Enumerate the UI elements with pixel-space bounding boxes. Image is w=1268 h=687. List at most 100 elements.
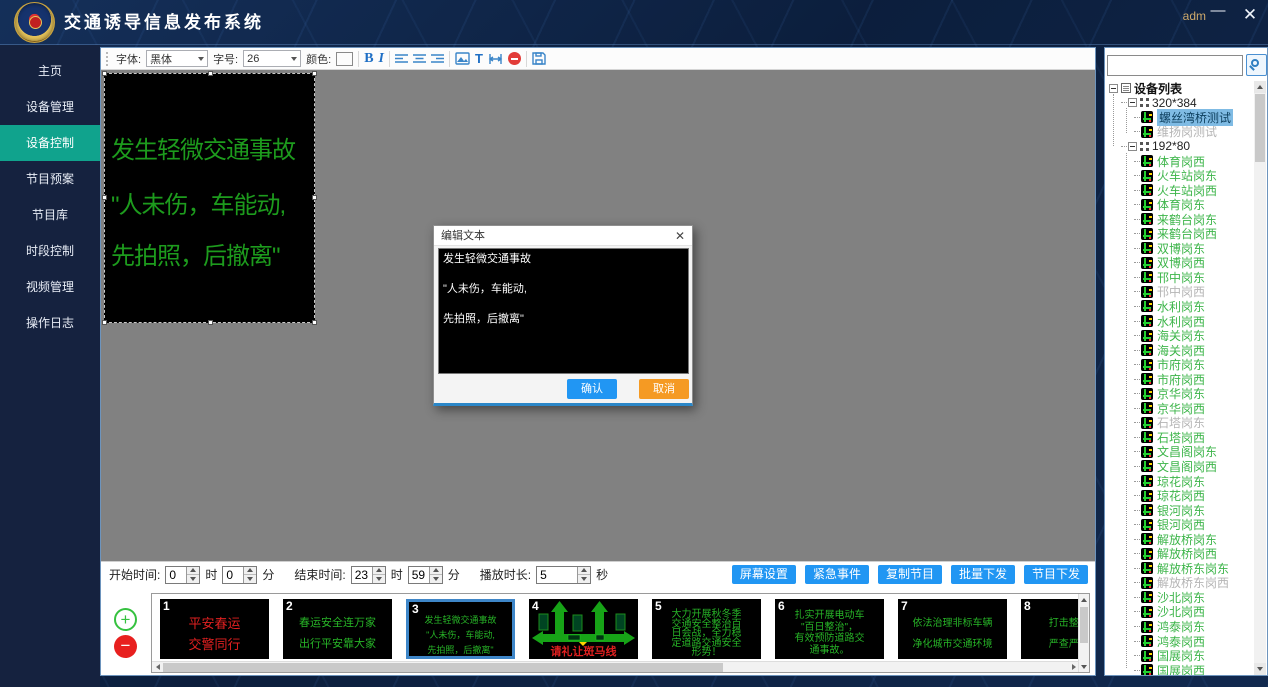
scrollbar-thumb[interactable] [1255, 94, 1265, 162]
text-tool-button[interactable]: T [475, 51, 483, 66]
collapse-toggle-icon[interactable] [1109, 84, 1118, 93]
dialog-close-icon[interactable]: ✕ [675, 226, 685, 246]
bold-button[interactable]: B [364, 51, 373, 67]
duration-input[interactable] [537, 567, 577, 583]
close-button[interactable]: ✕ [1240, 5, 1260, 25]
thumbnail-text: 依法治理非标车辆净化城市交通环境 [898, 613, 1007, 655]
thumbnail-text: 扎实开展电动车"百日整治"，有效预防道路交通事故。 [775, 610, 884, 656]
end-time-label: 结束时间: [294, 566, 345, 583]
align-center-button[interactable] [413, 53, 426, 64]
playlist-item-2[interactable]: 春运安全连万家出行平安靠大家2 [283, 599, 392, 659]
scroll-up-icon[interactable] [1079, 594, 1089, 605]
sidebar-item-program-library[interactable]: 节目库 [0, 197, 100, 233]
playlist-item-8[interactable]: 打击整改"灯严查严惩"机8 [1021, 599, 1078, 659]
italic-button[interactable]: I [379, 51, 384, 67]
traffic-signal-icon [1141, 650, 1153, 662]
remove-program-button[interactable]: − [114, 635, 137, 658]
emergency-event-button[interactable]: 紧急事件 [805, 565, 869, 584]
traffic-signal-icon [1141, 475, 1153, 487]
dialog-text-input[interactable]: 发生轻微交通事故 "人未伤，车能动, 先拍照，后撤离" [438, 248, 689, 374]
collapse-toggle-icon[interactable] [1128, 98, 1137, 107]
traffic-signal-icon [1141, 199, 1153, 211]
playlist-item-5[interactable]: 大力开展秋冬季交通安全整治百日会战，全力稳定道路交通安全形势！5 [652, 599, 761, 659]
duration-stepper[interactable] [536, 566, 591, 584]
thumbnail-caption: 请礼让斑马线 [529, 643, 638, 659]
scroll-down-icon[interactable] [1254, 663, 1266, 675]
playlist-item-7[interactable]: 依法治理非标车辆净化城市交通环境7 [898, 599, 1007, 659]
sidebar-item-device-control[interactable]: 设备控制 [0, 125, 100, 161]
sidebar-item-device-management[interactable]: 设备管理 [0, 89, 100, 125]
sidebar-item-operation-log[interactable]: 操作日志 [0, 305, 100, 341]
playlist-item-3[interactable]: 发生轻微交通事故"人未伤，车能动,先拍照，后撤离"3 [406, 599, 515, 659]
playlist-item-4[interactable]: 请礼让斑马线 4 [529, 599, 638, 659]
playlist-item-6[interactable]: 扎实开展电动车"百日整治"，有效预防道路交通事故。6 [775, 599, 884, 659]
start-hour-input[interactable] [166, 567, 186, 583]
start-minute-input[interactable] [223, 567, 243, 583]
resize-handle[interactable] [208, 320, 213, 325]
thumbnail-number: 5 [655, 599, 662, 613]
scrollbar-thumb[interactable] [163, 663, 723, 672]
resize-handle[interactable] [102, 320, 107, 325]
device-node[interactable]: 国展岗西 [1107, 663, 1255, 675]
copy-program-button[interactable]: 复制节目 [878, 565, 942, 584]
program-send-button[interactable]: 节目下发 [1024, 565, 1088, 584]
traffic-signal-icon [1141, 315, 1153, 327]
spacing-tool-button[interactable] [488, 53, 503, 65]
align-left-button[interactable] [395, 53, 408, 64]
scrollbar-thumb[interactable] [1080, 607, 1088, 643]
insert-image-button[interactable] [455, 52, 470, 65]
search-button[interactable] [1246, 54, 1267, 76]
second-unit-label: 秒 [596, 566, 608, 583]
start-minute-stepper[interactable] [222, 566, 257, 584]
scroll-down-icon[interactable] [1079, 661, 1089, 672]
size-select[interactable]: 26 [243, 50, 301, 67]
font-select[interactable]: 黑体 [146, 50, 208, 67]
horizontal-scrollbar[interactable] [152, 661, 1079, 672]
traffic-signal-icon [1141, 242, 1153, 254]
align-right-button[interactable] [431, 53, 444, 64]
confirm-button[interactable]: 确认 [567, 379, 617, 399]
resize-handle[interactable] [208, 71, 213, 76]
sidebar-item-video-management[interactable]: 视频管理 [0, 269, 100, 305]
end-minute-input[interactable] [409, 567, 429, 583]
resize-handle[interactable] [102, 71, 107, 76]
resize-handle[interactable] [312, 320, 317, 325]
batch-send-button[interactable]: 批量下发 [951, 565, 1015, 584]
sidebar-item-home[interactable]: 主页 [0, 53, 100, 89]
traffic-signal-icon [1141, 170, 1153, 182]
scroll-left-icon[interactable] [152, 662, 163, 672]
screen-settings-button[interactable]: 屏幕设置 [732, 565, 796, 584]
end-hour-stepper[interactable] [351, 566, 386, 584]
scroll-up-icon[interactable] [1254, 81, 1266, 93]
sidebar-item-program-plan[interactable]: 节目预案 [0, 161, 100, 197]
cancel-button[interactable]: 取消 [639, 379, 689, 399]
resize-handle[interactable] [312, 71, 317, 76]
collapse-toggle-icon[interactable] [1128, 142, 1137, 151]
device-tree-root[interactable]: 设备列表 [1107, 81, 1255, 96]
thumbnail-text: 大力开展秋冬季交通安全整治百日会战，全力稳定道路交通安全形势！ [652, 610, 761, 658]
delete-element-button[interactable] [508, 52, 521, 65]
device-scrollbar[interactable] [1254, 81, 1266, 675]
edit-canvas[interactable]: 发生轻微交通事故"人未伤，车能动,先拍照，后撤离" 编辑文本 ✕ 发生轻微交通事… [101, 70, 1095, 561]
resolution-group-icon [1140, 98, 1149, 107]
traffic-signal-icon [1141, 373, 1153, 385]
resize-handle[interactable] [312, 195, 317, 200]
thumbnail-number: 4 [532, 599, 539, 613]
tree-root-label: 设备列表 [1134, 81, 1182, 97]
end-hour-input[interactable] [352, 567, 372, 583]
sidebar-item-time-control[interactable]: 时段控制 [0, 233, 100, 269]
minimize-button[interactable]: — [1208, 2, 1228, 19]
resize-handle[interactable] [102, 195, 107, 200]
device-node[interactable]: 维扬岗测试 [1107, 125, 1255, 140]
color-swatch[interactable] [336, 52, 353, 66]
end-minute-stepper[interactable] [408, 566, 443, 584]
save-icon[interactable] [532, 52, 546, 65]
device-label: 维扬岗测试 [1157, 123, 1217, 140]
led-preview[interactable]: 发生轻微交通事故"人未伤，车能动,先拍照，后撤离" [104, 73, 315, 323]
vertical-scrollbar[interactable] [1078, 594, 1089, 672]
playlist-item-1[interactable]: 平安春运交警同行1 [160, 599, 269, 659]
add-program-button[interactable]: + [114, 608, 137, 631]
start-hour-stepper[interactable] [165, 566, 200, 584]
device-search-input[interactable] [1107, 55, 1243, 76]
thumbnail-text: 平安春运交警同行 [160, 613, 269, 655]
